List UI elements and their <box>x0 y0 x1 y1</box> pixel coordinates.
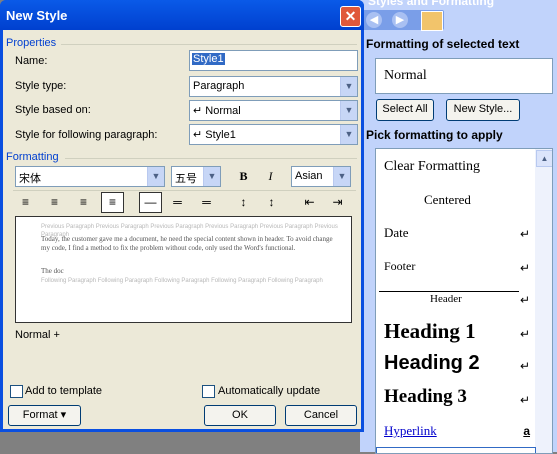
return-mark-icon: ↵ <box>519 359 530 373</box>
formatting-divider <box>65 158 357 159</box>
chevron-down-icon[interactable]: ▼ <box>340 77 357 96</box>
style-item-clear[interactable]: Clear Formatting <box>384 159 480 175</box>
font-value: 宋体 <box>19 173 41 185</box>
add-to-template-checkbox[interactable] <box>10 385 23 398</box>
style-item-date[interactable]: Date <box>384 225 409 241</box>
select-all-button[interactable]: Select All <box>376 99 434 121</box>
style-item-centered[interactable]: Centered <box>424 192 471 208</box>
toolbar-divider <box>13 190 356 191</box>
following-style-value: ↵ Style1 <box>193 129 236 141</box>
cancel-button[interactable]: Cancel <box>285 405 357 426</box>
style-item-heading3[interactable]: Heading 3 <box>384 386 467 408</box>
selected-format-box[interactable]: Normal <box>375 58 553 94</box>
increase-indent-icon[interactable]: ⇥ <box>327 193 348 212</box>
close-icon[interactable]: ✕ <box>340 6 361 27</box>
dialog-body: Properties Name: Style1 Style type: Para… <box>3 30 361 429</box>
scroll-up-icon[interactable]: ▲ <box>536 150 552 167</box>
list-item-partial <box>376 447 536 453</box>
style-type-label: Style type: <box>15 80 67 92</box>
ok-button[interactable]: OK <box>204 405 276 426</box>
dialog-title: New Style <box>6 8 68 23</box>
name-label: Name: <box>15 55 48 67</box>
following-style-label: Style for following paragraph: <box>15 129 158 141</box>
return-mark-icon: ↵ <box>519 261 530 275</box>
styles-list: ▲ Clear Formatting Centered Date ↵ Foote… <box>375 148 553 454</box>
style-item-footer[interactable]: Footer <box>384 259 415 274</box>
preview-sample-text-2: The doc <box>41 267 64 275</box>
return-mark-icon: ↵ <box>519 293 530 307</box>
char-style-mark: a <box>523 424 530 438</box>
decrease-indent-icon[interactable]: ⇤ <box>299 193 320 212</box>
format-button[interactable]: Format ▾ <box>8 405 81 426</box>
style-type-select[interactable]: Paragraph ▼ <box>189 76 358 97</box>
font-size-select[interactable]: 五号 ▼ <box>171 166 221 187</box>
style-item-heading2[interactable]: Heading 2 <box>384 352 480 375</box>
script-value: Asian <box>295 170 323 182</box>
section-selected-title: Formatting of selected text <box>366 37 520 51</box>
align-left-icon[interactable]: ≡ <box>15 193 36 212</box>
selected-format-value: Normal <box>384 68 427 83</box>
font-size-value: 五号 <box>175 173 197 185</box>
back-arrow-icon[interactable]: ◀ <box>366 12 382 28</box>
following-style-select[interactable]: ↵ Style1 ▼ <box>189 124 358 145</box>
chevron-down-icon[interactable]: ▼ <box>333 167 350 186</box>
style-description: Normal + <box>15 329 60 341</box>
properties-header: Properties <box>6 37 57 49</box>
return-mark-icon: ↵ <box>519 327 530 341</box>
header-border-line <box>379 291 519 292</box>
space-after-icon[interactable]: ↕ <box>261 193 282 212</box>
new-style-dialog: New Style ✕ Properties Name: Style1 Styl… <box>0 0 364 432</box>
dialog-titlebar[interactable]: New Style ✕ <box>0 0 364 30</box>
based-on-value: ↵ Normal <box>193 105 241 117</box>
name-field-value: Style1 <box>192 53 225 65</box>
new-style-button[interactable]: New Style... <box>446 99 520 121</box>
bold-button[interactable]: B <box>233 167 254 186</box>
task-pane-title: Styles and Formatting <box>368 0 495 8</box>
font-select[interactable]: 宋体 ▼ <box>15 166 165 187</box>
single-spacing-icon[interactable]: ― <box>139 192 162 213</box>
align-right-icon[interactable]: ≡ <box>73 193 94 212</box>
formatting-header: Formatting <box>6 151 59 163</box>
style-type-value: Paragraph <box>193 80 245 92</box>
preview-next-paragraph: Following Paragraph Following Paragraph … <box>41 278 323 284</box>
align-center-icon[interactable]: ≡ <box>44 193 65 212</box>
chevron-down-icon[interactable]: ▼ <box>147 167 164 186</box>
style-preview: Previous Paragraph Previous Paragraph Pr… <box>15 216 352 323</box>
home-icon[interactable] <box>421 11 443 31</box>
forward-arrow-icon[interactable]: ▶ <box>392 12 408 28</box>
style-item-heading1[interactable]: Heading 1 <box>384 319 476 344</box>
based-on-label: Style based on: <box>15 104 91 116</box>
italic-button[interactable]: I <box>260 167 281 186</box>
auto-update-label: Automatically update <box>218 385 321 397</box>
justify-icon[interactable]: ≡ <box>101 192 124 213</box>
space-before-icon[interactable]: ↕ <box>233 193 254 212</box>
script-select[interactable]: Asian ▼ <box>291 166 351 187</box>
auto-update-checkbox[interactable] <box>202 385 215 398</box>
name-field[interactable]: Style1 <box>189 50 358 71</box>
list-scrollbar[interactable]: ▲ <box>535 149 552 453</box>
section-apply-title: Pick formatting to apply <box>366 128 503 142</box>
style-item-header[interactable]: Header <box>430 293 462 305</box>
chevron-down-icon[interactable]: ▼ <box>340 101 357 120</box>
properties-divider <box>61 44 357 45</box>
chevron-down-icon[interactable]: ▼ <box>203 167 220 186</box>
style-item-hyperlink[interactable]: Hyperlink <box>384 423 437 439</box>
one-half-spacing-icon[interactable]: ═ <box>167 193 188 212</box>
add-to-template-label: Add to template <box>25 385 103 397</box>
return-mark-icon: ↵ <box>519 227 530 241</box>
double-spacing-icon[interactable]: ═ <box>196 193 217 212</box>
based-on-select[interactable]: ↵ Normal ▼ <box>189 100 358 121</box>
return-mark-icon: ↵ <box>519 393 530 407</box>
chevron-down-icon[interactable]: ▼ <box>340 125 357 144</box>
preview-sample-text: Today, the customer gave me a document, … <box>41 235 333 252</box>
